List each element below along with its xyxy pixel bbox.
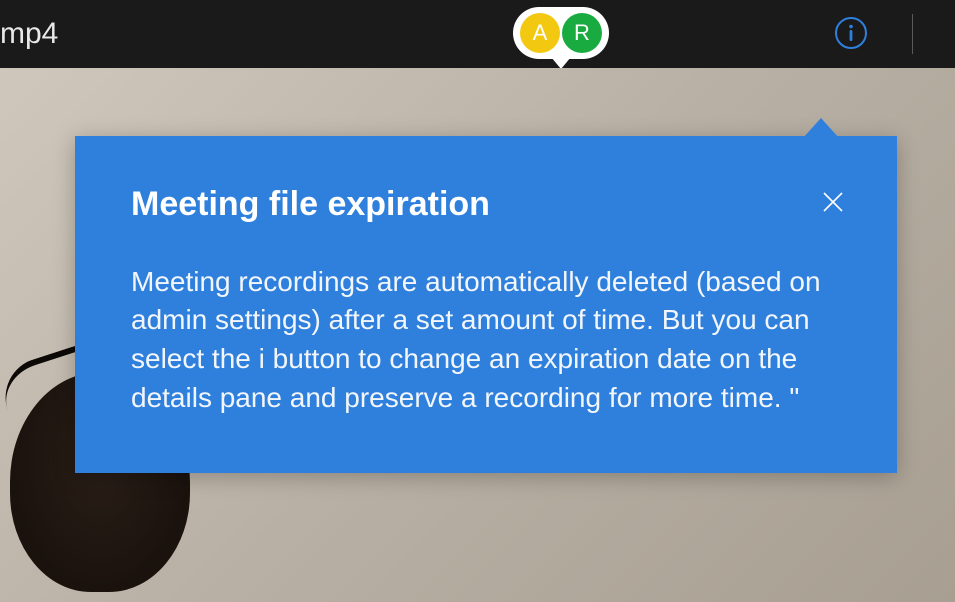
avatar[interactable]: R <box>562 13 602 53</box>
top-bar: mp4 A R <box>0 0 955 68</box>
callout-beak <box>803 118 839 138</box>
callout-body-text: Meeting recordings are automatically del… <box>131 263 841 418</box>
info-callout: Meeting file expiration Meeting recordin… <box>75 136 897 473</box>
avatar[interactable]: A <box>520 13 560 53</box>
close-icon <box>821 190 845 214</box>
app-viewport: mp4 A R Meeting file expiration <box>0 0 955 602</box>
presence-pill[interactable]: A R <box>513 7 609 59</box>
callout-close-button[interactable] <box>819 188 847 216</box>
video-content-area: Meeting file expiration Meeting recordin… <box>0 68 955 602</box>
callout-title: Meeting file expiration <box>131 184 490 225</box>
toolbar-divider <box>912 14 913 54</box>
info-icon <box>834 16 868 50</box>
info-button[interactable] <box>832 14 870 52</box>
file-title-fragment: mp4 <box>0 17 58 51</box>
